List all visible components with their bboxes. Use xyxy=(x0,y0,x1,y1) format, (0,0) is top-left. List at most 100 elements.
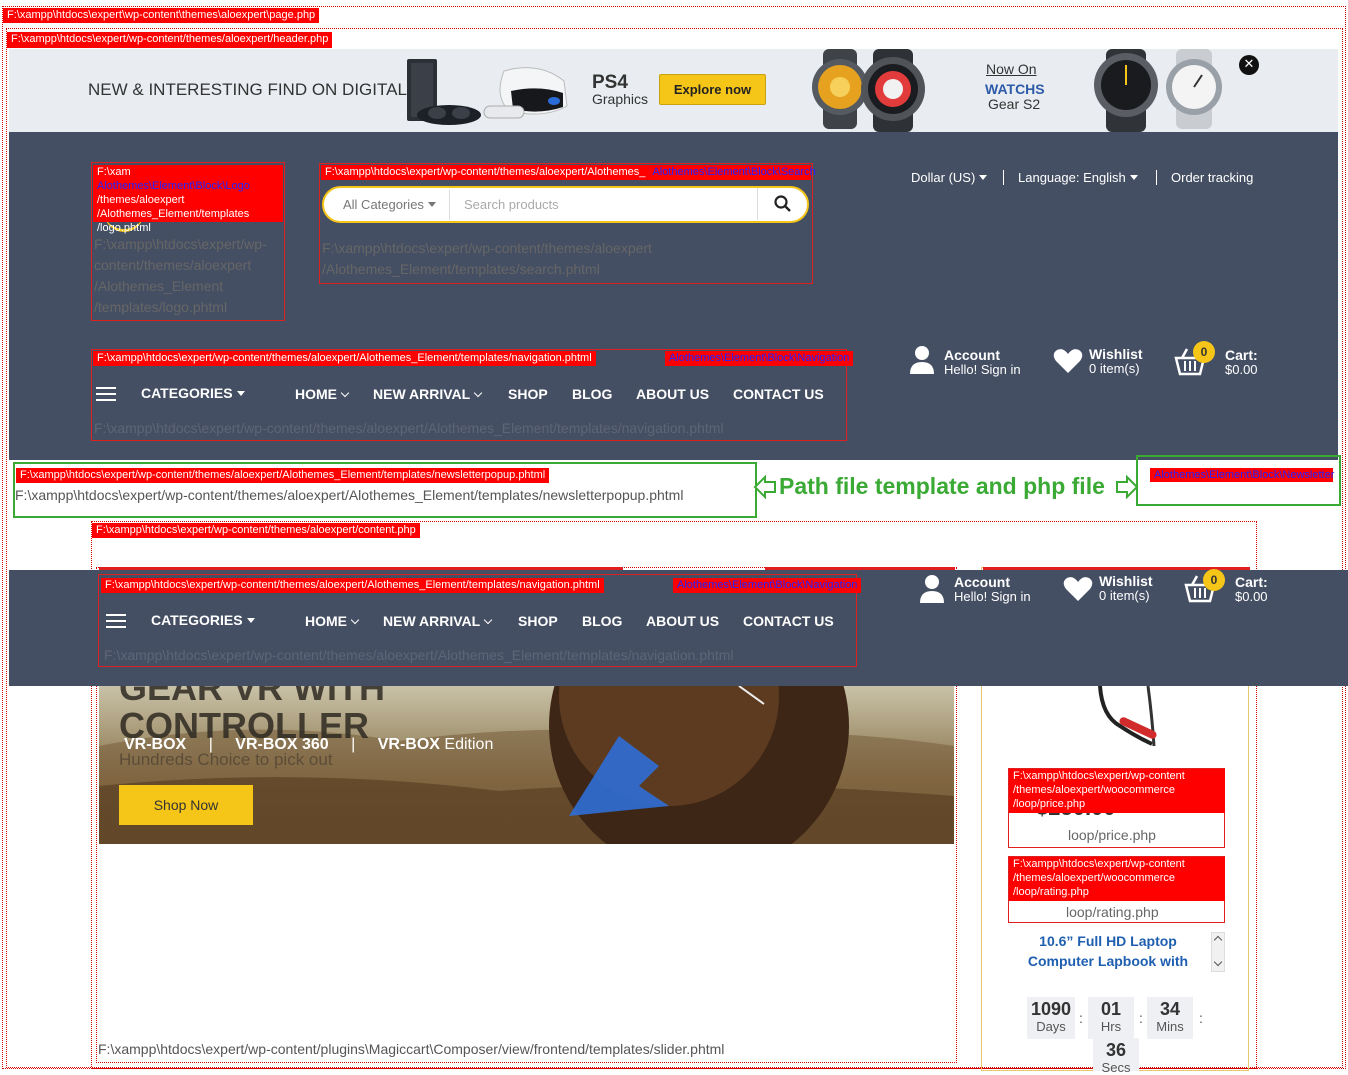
link-divider xyxy=(1156,170,1157,185)
promo-headline: NEW & INTERESTING FIND ON DIGITAL xyxy=(88,80,407,99)
account-title: Account xyxy=(954,574,1010,590)
search-button-divider xyxy=(757,188,758,220)
nav-contact-us[interactable]: CONTACT US xyxy=(743,613,834,629)
currency-label: Dollar (US) xyxy=(911,170,976,185)
variant-vr-box-edition: VR-BOX xyxy=(377,736,440,753)
nav-new-arrival[interactable]: NEW ARRIVAL xyxy=(373,386,483,402)
title-scrollbar[interactable] xyxy=(1211,932,1225,972)
scroll-up-icon[interactable] xyxy=(1213,935,1223,945)
product-title-link[interactable]: 10.6” Full HD Laptop Computer Lapbook wi… xyxy=(1012,931,1204,971)
search-red-path: F:\xampp\htdocs\expert/wp-content/themes… xyxy=(325,166,646,178)
variant-separator: | xyxy=(351,736,356,753)
countdown-hours-label: Hrs xyxy=(1100,1019,1122,1034)
ps4-title: PS4 xyxy=(592,72,628,93)
smartwatches-image xyxy=(812,49,925,132)
chevron-down-icon xyxy=(473,388,483,398)
nav-shop[interactable]: SHOP xyxy=(508,386,548,402)
categories-label: CATEGORIES xyxy=(141,385,233,401)
sticky-nav-red-block: Alothemes\Element\Block\Navigation xyxy=(673,578,862,593)
countdown-secs-value: 36 xyxy=(1105,1040,1127,1060)
countdown-hours: 01 Hrs xyxy=(1088,997,1134,1039)
now-on-link[interactable]: Now On xyxy=(986,61,1037,77)
link-divider xyxy=(1003,170,1004,185)
price-red-label: F:\xampp\htdocs\expert/wp-content /theme… xyxy=(1009,769,1225,813)
rating-path-grey: loop/rating.php xyxy=(1066,904,1159,920)
annotation-text: Path file template and php file xyxy=(779,473,1105,499)
countdown-mins-label: Mins xyxy=(1156,1019,1184,1034)
explore-now-button[interactable]: Explore now xyxy=(659,74,766,105)
cart-total: $0.00 xyxy=(1235,589,1268,604)
scroll-down-icon[interactable] xyxy=(1213,957,1223,967)
wishlist-heart-icon[interactable] xyxy=(1063,576,1093,602)
account-user-icon[interactable] xyxy=(919,574,945,604)
logo-red-label: F:\xam Alothemes\Element\Block\Logo /the… xyxy=(93,165,283,234)
gear-watches-image xyxy=(1094,49,1222,132)
search-icon[interactable] xyxy=(774,195,792,213)
nav-blog[interactable]: BLOG xyxy=(582,613,622,629)
variant-vr-box: VR-BOX xyxy=(124,736,187,753)
wishlist-subtitle: 0 item(s) xyxy=(1099,588,1150,603)
nav-red-block: Alothemes\Element\Block\Navigation xyxy=(665,351,854,366)
cart-title: Cart: xyxy=(1225,347,1258,363)
currency-selector[interactable]: Dollar (US) xyxy=(911,170,988,186)
slider-banner: GEAR VR WITH CONTROLLER Hundreds Choice … xyxy=(99,686,954,844)
countdown-mins: 34 Mins xyxy=(1147,997,1193,1039)
categories-menu[interactable]: CATEGORIES xyxy=(141,385,245,401)
search-red-block: Alothemes\Element\Block\Search xyxy=(652,166,816,178)
nav-about-us[interactable]: ABOUT US xyxy=(646,613,719,629)
account-subtitle: Hello! Sign in xyxy=(944,362,1021,377)
shop-now-button[interactable]: Shop Now xyxy=(119,785,253,825)
wishlist-title: Wishlist xyxy=(1099,573,1153,589)
newsletter-block-text: Alothemes\Element\Block\Newsletter xyxy=(1154,469,1335,481)
account-link[interactable]: Account Hello! Sign in xyxy=(944,348,1021,377)
product-title-line2: Computer Lapbook with xyxy=(1027,953,1189,969)
nav-about-us[interactable]: ABOUT US xyxy=(636,386,709,402)
variant-vr-box-360: VR-BOX 360 xyxy=(235,736,329,753)
product-image[interactable] xyxy=(1090,686,1170,752)
countdown-secs-label: Secs xyxy=(1101,1060,1131,1075)
nav-home[interactable]: HOME xyxy=(305,613,360,629)
caret-down-icon xyxy=(1129,175,1138,180)
nav-new-arrival-label: NEW ARRIVAL xyxy=(373,386,471,402)
watchs-label: WATCHS xyxy=(985,81,1045,97)
categories-menu[interactable]: CATEGORIES xyxy=(151,612,255,628)
countdown-days-label: Days xyxy=(1036,1019,1066,1034)
account-subtitle: Hello! Sign in xyxy=(954,589,1031,604)
countdown-colon: : xyxy=(1139,1010,1143,1026)
nav-blog[interactable]: BLOG xyxy=(572,386,612,402)
content-php-label: F:\xampp\htdocs\expert/wp-content/themes… xyxy=(92,523,420,538)
search-input[interactable]: Search products xyxy=(464,197,559,213)
wishlist-link[interactable]: Wishlist 0 item(s) xyxy=(1089,347,1143,376)
nav-new-arrival[interactable]: NEW ARRIVAL xyxy=(383,613,493,629)
menu-hamburger-icon[interactable] xyxy=(96,383,116,405)
account-link[interactable]: Account Hello! Sign in xyxy=(954,575,1031,604)
nav-contact-us[interactable]: CONTACT US xyxy=(733,386,824,402)
nav-red-label: F:\xampp\htdocs\expert/wp-content/themes… xyxy=(93,351,596,366)
newsletter-block-label: Alothemes\Element\Block\Newsletter xyxy=(1150,468,1335,482)
nav-home-label: HOME xyxy=(305,613,347,629)
wishlist-link[interactable]: Wishlist 0 item(s) xyxy=(1099,574,1153,603)
wishlist-heart-icon[interactable] xyxy=(1053,348,1083,374)
search-category-select[interactable]: All Categories xyxy=(343,197,436,213)
cart-title: Cart: xyxy=(1235,574,1268,590)
countdown-days: 1090 Days xyxy=(1027,997,1075,1039)
close-promo-icon[interactable]: ✕ xyxy=(1239,55,1259,75)
language-selector[interactable]: Language: English xyxy=(1018,170,1138,186)
account-user-icon[interactable] xyxy=(909,345,935,375)
cart-link[interactable]: Cart: $0.00 xyxy=(1235,575,1268,604)
slider-variants: VR-BOX | VR-BOX 360 | VR-BOX Edition xyxy=(124,735,493,755)
product-title-line1: 10.6” Full HD Laptop xyxy=(1039,933,1177,949)
cart-count-badge: 0 xyxy=(1193,341,1215,363)
newsletter-red-label: F:\xampp\htdocs\expert/wp-content/themes… xyxy=(16,468,550,483)
nav-path-grey: F:\xampp\htdocs\expert/wp-content/themes… xyxy=(94,420,724,436)
sticky-nav-red-block-text: Alothemes\Element\Block\Navigation xyxy=(677,579,858,591)
slider-path-grey: F:\xampp\htdocs\expert/wp-content/plugin… xyxy=(98,1041,725,1057)
countdown-colon: : xyxy=(1079,1010,1083,1026)
cart-link[interactable]: Cart: $0.00 xyxy=(1225,348,1258,377)
cart-total: $0.00 xyxy=(1225,362,1258,377)
nav-shop[interactable]: SHOP xyxy=(518,613,558,629)
nav-home[interactable]: HOME xyxy=(295,386,350,402)
search-path-grey: F:\xampp\htdocs\expert/wp-content/themes… xyxy=(322,240,652,277)
order-tracking-link[interactable]: Order tracking xyxy=(1171,170,1253,186)
menu-hamburger-icon[interactable] xyxy=(106,610,126,632)
